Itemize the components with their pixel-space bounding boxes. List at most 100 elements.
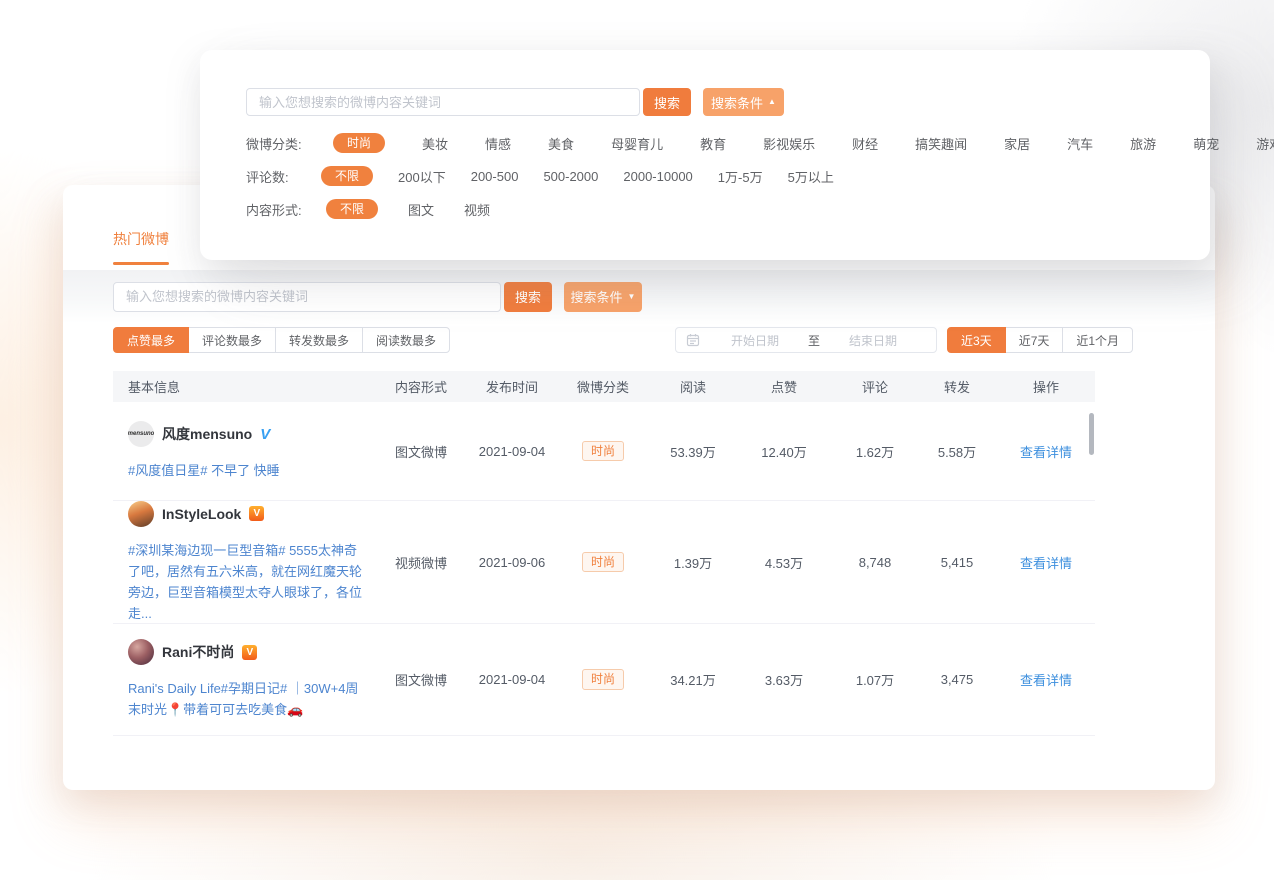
cell-likes: 3.63万 — [735, 670, 833, 689]
cell-action: 查看详情 — [997, 670, 1095, 689]
filter-selected-pill[interactable]: 时尚 — [333, 133, 385, 153]
filter-row-content-format: 内容形式: 不限 图文 视频 — [246, 199, 1210, 219]
quick-range-1m[interactable]: 近1个月 — [1062, 327, 1133, 353]
filter-option[interactable]: 母婴育儿 — [611, 134, 663, 153]
sort-tab-reposts[interactable]: 转发数最多 — [275, 327, 363, 353]
user-line: InStyleLook V — [128, 501, 363, 527]
filter-option[interactable]: 影视娱乐 — [763, 134, 815, 153]
filter-option[interactable]: 美食 — [548, 134, 574, 153]
view-details-link[interactable]: 查看详情 — [1020, 556, 1072, 571]
weibo-table: 基本信息 内容形式 发布时间 微博分类 阅读 点赞 评论 转发 操作 mensu… — [113, 371, 1095, 736]
header-content-format: 内容形式 — [373, 377, 469, 396]
quick-range-3d[interactable]: 近3天 — [947, 327, 1006, 353]
search-conditions-label: 搜索条件 — [711, 93, 763, 112]
cell-comments: 1.62万 — [833, 442, 917, 461]
user-line: mensuno 风度mensuno V — [128, 421, 363, 447]
filter-option[interactable]: 美妆 — [422, 134, 448, 153]
quick-range-7d[interactable]: 近7天 — [1005, 327, 1064, 353]
header-action: 操作 — [997, 377, 1095, 396]
header-comments: 评论 — [833, 377, 917, 396]
verified-blue-icon: V — [260, 426, 270, 443]
filter-option[interactable]: 旅游 — [1130, 134, 1156, 153]
filter-option[interactable]: 图文 — [408, 200, 434, 219]
filter-selected-pill[interactable]: 不限 — [321, 166, 373, 186]
avatar[interactable]: mensuno — [128, 421, 154, 447]
sort-tab-comments[interactable]: 评论数最多 — [188, 327, 276, 353]
cell-reposts: 5,415 — [917, 555, 997, 570]
cell-comments: 8,748 — [833, 555, 917, 570]
filter-option[interactable]: 游戏 — [1256, 134, 1274, 153]
date-range-separator: 至 — [808, 332, 820, 349]
filter-label: 评论数: — [246, 167, 314, 186]
cell-reads: 34.21万 — [651, 670, 735, 689]
username[interactable]: InStyleLook — [162, 506, 241, 522]
cell-publish-time: 2021-09-04 — [469, 672, 555, 687]
filter-option[interactable]: 5万以上 — [788, 167, 834, 186]
avatar[interactable] — [128, 501, 154, 527]
filter-option[interactable]: 搞笑趣闻 — [915, 134, 967, 153]
filter-row-comment-count: 评论数: 不限 200以下 200-500 500-2000 2000-1000… — [246, 166, 1210, 186]
filter-option[interactable]: 汽车 — [1067, 134, 1093, 153]
user-line: Rani不时尚 V — [128, 639, 363, 665]
filter-selected-pill[interactable]: 不限 — [326, 199, 378, 219]
search-input[interactable] — [113, 282, 501, 312]
cell-content-format: 视频微博 — [373, 553, 469, 572]
scrollbar-thumb[interactable] — [1089, 413, 1094, 455]
table-row: InStyleLook V #深圳某海边现一巨型音箱# 5555太神奇了吧，居然… — [113, 501, 1095, 624]
end-date-placeholder[interactable]: 结束日期 — [820, 332, 926, 349]
tab-hot-weibo-label: 热门微博 — [113, 229, 169, 249]
chevron-down-icon: ▼ — [628, 293, 636, 301]
search-conditions-button[interactable]: 搜索条件 ▲ — [703, 88, 784, 116]
filter-row-category: 微博分类: 时尚 美妆 情感 美食 母婴育儿 教育 影视娱乐 财经 搞笑趣闻 家… — [246, 133, 1210, 153]
start-date-placeholder[interactable]: 开始日期 — [702, 332, 808, 349]
view-details-link[interactable]: 查看详情 — [1020, 673, 1072, 688]
category-tag: 时尚 — [582, 669, 624, 689]
weibo-content-link[interactable]: #风度值日星# 不早了 快睡 — [128, 460, 363, 481]
weibo-content-link[interactable]: Rani's Daily Life#孕期日记# ｜30W+4周末时光📍带着可可去… — [128, 678, 363, 720]
sort-tab-likes[interactable]: 点赞最多 — [113, 327, 189, 353]
search-button[interactable]: 搜索 — [643, 88, 691, 116]
avatar[interactable] — [128, 639, 154, 665]
cell-content-format: 图文微博 — [373, 670, 469, 689]
table-row: Rani不时尚 V Rani's Daily Life#孕期日记# ｜30W+4… — [113, 624, 1095, 736]
header-publish-time: 发布时间 — [469, 377, 555, 396]
search-conditions-label: 搜索条件 — [571, 287, 623, 306]
search-input[interactable] — [246, 88, 640, 116]
search-button[interactable]: 搜索 — [504, 282, 552, 312]
search-conditions-button[interactable]: 搜索条件 ▼ — [564, 282, 642, 312]
filter-option[interactable]: 200-500 — [471, 169, 519, 184]
cell-reads: 53.39万 — [651, 442, 735, 461]
header-likes: 点赞 — [735, 377, 833, 396]
filter-option[interactable]: 家居 — [1004, 134, 1030, 153]
sort-tabs: 点赞最多 评论数最多 转发数最多 阅读数最多 — [113, 327, 450, 353]
filter-option[interactable]: 200以下 — [398, 167, 446, 186]
filter-option[interactable]: 500-2000 — [543, 169, 598, 184]
username[interactable]: Rani不时尚 — [162, 642, 234, 662]
search-band: 搜索 搜索条件 ▼ — [63, 270, 1215, 323]
table-header-row: 基本信息 内容形式 发布时间 微博分类 阅读 点赞 评论 转发 操作 — [113, 371, 1095, 402]
cell-reads: 1.39万 — [651, 553, 735, 572]
cell-comments: 1.07万 — [833, 670, 917, 689]
username[interactable]: 风度mensuno — [162, 424, 252, 444]
filter-label: 微博分类: — [246, 134, 314, 153]
header-reads: 阅读 — [651, 377, 735, 396]
filter-option[interactable]: 财经 — [852, 134, 878, 153]
weibo-content-link[interactable]: #深圳某海边现一巨型音箱# 5555太神奇了吧，居然有五六米高，就在网红魔天轮旁… — [128, 540, 363, 624]
tab-hot-weibo[interactable]: 热门微博 — [113, 229, 169, 265]
cell-basic-info: mensuno 风度mensuno V #风度值日星# 不早了 快睡 — [113, 421, 373, 481]
view-details-link[interactable]: 查看详情 — [1020, 445, 1072, 460]
header-basic-info: 基本信息 — [113, 377, 373, 396]
date-range-input[interactable]: 开始日期 至 结束日期 — [675, 327, 937, 353]
chevron-up-icon: ▲ — [768, 98, 776, 106]
filter-option[interactable]: 视频 — [464, 200, 490, 219]
sort-tab-reads[interactable]: 阅读数最多 — [362, 327, 450, 353]
search-filter-panel: 搜索 搜索条件 ▲ 微博分类: 时尚 美妆 情感 美食 母婴育儿 教育 影视娱乐… — [200, 50, 1210, 260]
filter-option[interactable]: 1万-5万 — [718, 167, 763, 186]
filter-option[interactable]: 情感 — [485, 134, 511, 153]
filter-option[interactable]: 萌宠 — [1193, 134, 1219, 153]
category-tag: 时尚 — [582, 552, 624, 572]
filter-option[interactable]: 2000-10000 — [623, 169, 692, 184]
filter-option[interactable]: 教育 — [700, 134, 726, 153]
cell-likes: 4.53万 — [735, 553, 833, 572]
cell-basic-info: InStyleLook V #深圳某海边现一巨型音箱# 5555太神奇了吧，居然… — [113, 501, 373, 624]
